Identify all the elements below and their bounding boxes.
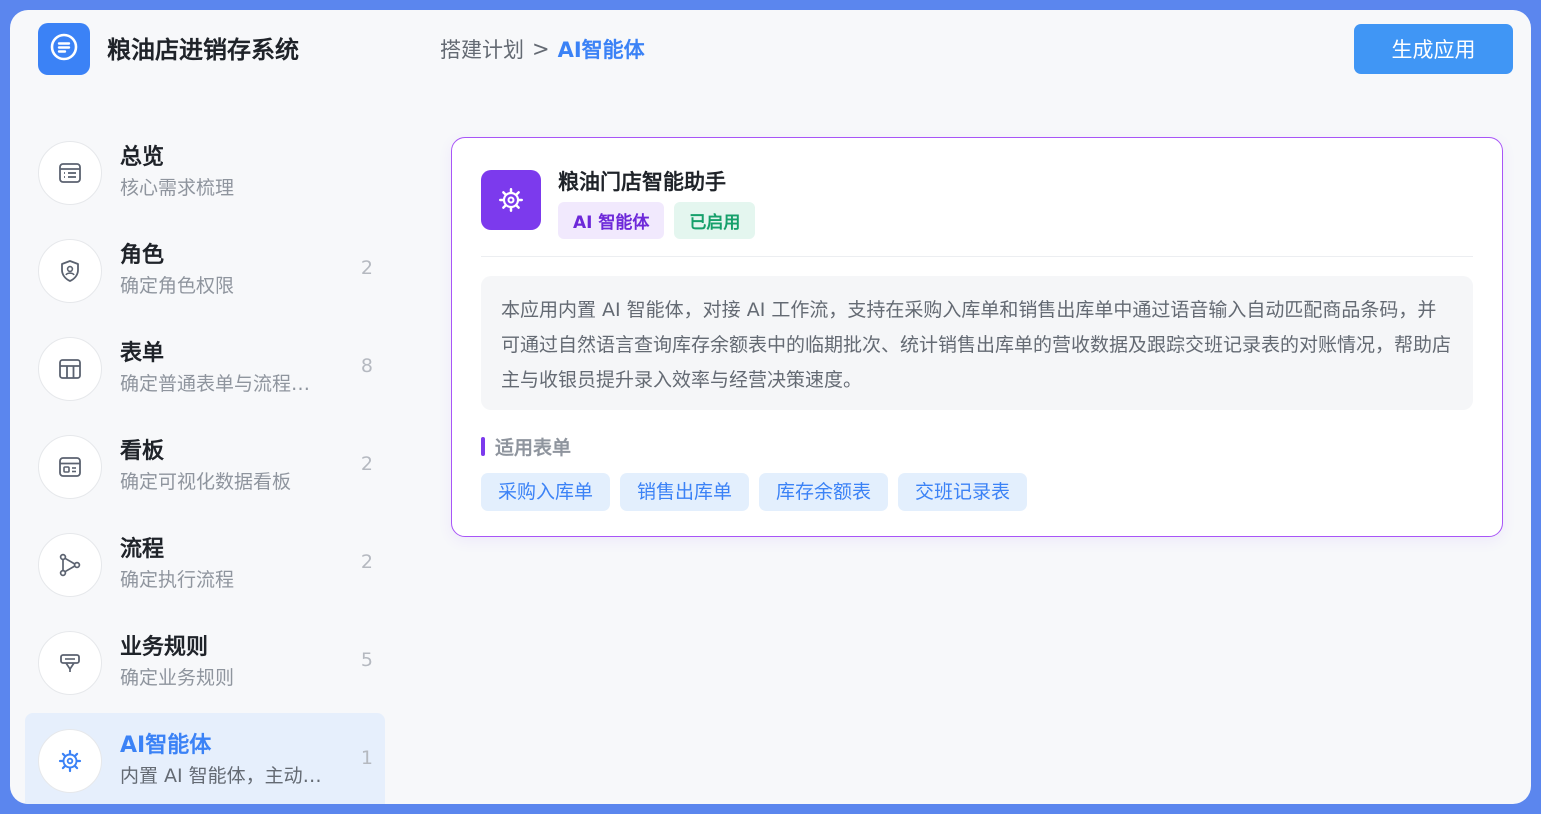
overview-icon xyxy=(38,141,102,205)
app-title: 粮油店进销存系统 xyxy=(107,36,299,64)
forms-section-label: 适用表单 xyxy=(481,433,571,460)
sidebar-item-overview[interactable]: 总览 核心需求梳理 xyxy=(25,125,385,223)
ai-gear-icon xyxy=(38,729,102,793)
sidebar-item-title: 流程 xyxy=(120,537,165,562)
breadcrumb-current: AI智能体 xyxy=(557,38,645,62)
rule-icon xyxy=(38,631,102,695)
sidebar-item-count: 8 xyxy=(360,355,373,377)
sidebar: 总览 核心需求梳理 角色 确定角色权限 2 表单 确定普通表单与流程… 8 看板 xyxy=(25,125,385,804)
app-window: 粮油店进销存系统 搭建计划 > AI智能体 生成应用 总览 核心需求梳理 角色 … xyxy=(10,10,1531,804)
sidebar-item-subtitle: 确定角色权限 xyxy=(120,275,235,297)
breadcrumb-parent[interactable]: 搭建计划 xyxy=(440,34,524,64)
form-chip[interactable]: 交班记录表 xyxy=(898,473,1028,511)
sidebar-item-subtitle: 确定执行流程 xyxy=(120,569,235,591)
table-icon xyxy=(38,337,102,401)
sidebar-item-roles[interactable]: 角色 确定角色权限 2 xyxy=(25,223,385,321)
divider xyxy=(481,256,1473,257)
sidebar-item-subtitle: 确定普通表单与流程… xyxy=(120,373,311,395)
forms-section-title: 适用表单 xyxy=(495,437,572,459)
form-chip[interactable]: 销售出库单 xyxy=(620,473,750,511)
sidebar-item-subtitle: 核心需求梳理 xyxy=(120,177,235,199)
sidebar-item-count: 5 xyxy=(360,649,373,671)
breadcrumb: 搭建计划 > AI智能体 xyxy=(440,34,645,64)
sidebar-item-title: 看板 xyxy=(120,439,165,464)
shield-user-icon xyxy=(38,239,102,303)
sidebar-item-flow[interactable]: 流程 确定执行流程 2 xyxy=(25,517,385,615)
form-chip[interactable]: 采购入库单 xyxy=(481,473,611,511)
sidebar-item-count: 2 xyxy=(360,453,373,475)
sidebar-item-dashboard[interactable]: 看板 确定可视化数据看板 2 xyxy=(25,419,385,517)
sidebar-item-title: 总览 xyxy=(120,145,165,170)
app-logo xyxy=(38,23,90,75)
sidebar-item-forms[interactable]: 表单 确定普通表单与流程… 8 xyxy=(25,321,385,419)
sidebar-item-title: 业务规则 xyxy=(120,635,209,660)
agent-name: 粮油门店智能助手 xyxy=(558,170,726,194)
sidebar-item-count: 2 xyxy=(360,257,373,279)
sidebar-item-subtitle: 确定业务规则 xyxy=(120,667,235,689)
ai-gear-icon xyxy=(481,170,541,230)
agent-type-badge: AI 智能体 xyxy=(558,202,665,239)
sidebar-item-count: 1 xyxy=(360,747,373,769)
breadcrumb-separator: > xyxy=(532,37,550,61)
sidebar-item-title: 表单 xyxy=(120,341,165,366)
flow-icon xyxy=(38,533,102,597)
document-icon xyxy=(49,32,79,66)
sidebar-item-ai-agent[interactable]: AI智能体 内置 AI 智能体，主动… 1 xyxy=(25,713,385,804)
sidebar-item-subtitle: 内置 AI 智能体，主动… xyxy=(120,765,322,787)
form-chips: 采购入库单 销售出库单 库存余额表 交班记录表 xyxy=(481,473,1028,511)
agent-card: 粮油门店智能助手 AI 智能体 已启用 本应用内置 AI 智能体，对接 AI 工… xyxy=(451,137,1503,537)
sidebar-item-rules[interactable]: 业务规则 确定业务规则 5 xyxy=(25,615,385,713)
sidebar-item-title: 角色 xyxy=(120,243,165,268)
sidebar-item-count: 2 xyxy=(360,551,373,573)
agent-badges: AI 智能体 已启用 xyxy=(558,202,756,239)
section-accent-bar xyxy=(481,437,485,456)
dashboard-icon xyxy=(38,435,102,499)
agent-description: 本应用内置 AI 智能体，对接 AI 工作流，支持在采购入库单和销售出库单中通过… xyxy=(481,276,1473,410)
status-badge: 已启用 xyxy=(674,202,756,239)
sidebar-item-subtitle: 确定可视化数据看板 xyxy=(120,471,292,493)
form-chip[interactable]: 库存余额表 xyxy=(759,473,889,511)
generate-app-button[interactable]: 生成应用 xyxy=(1354,24,1513,74)
sidebar-item-title: AI智能体 xyxy=(120,733,212,758)
